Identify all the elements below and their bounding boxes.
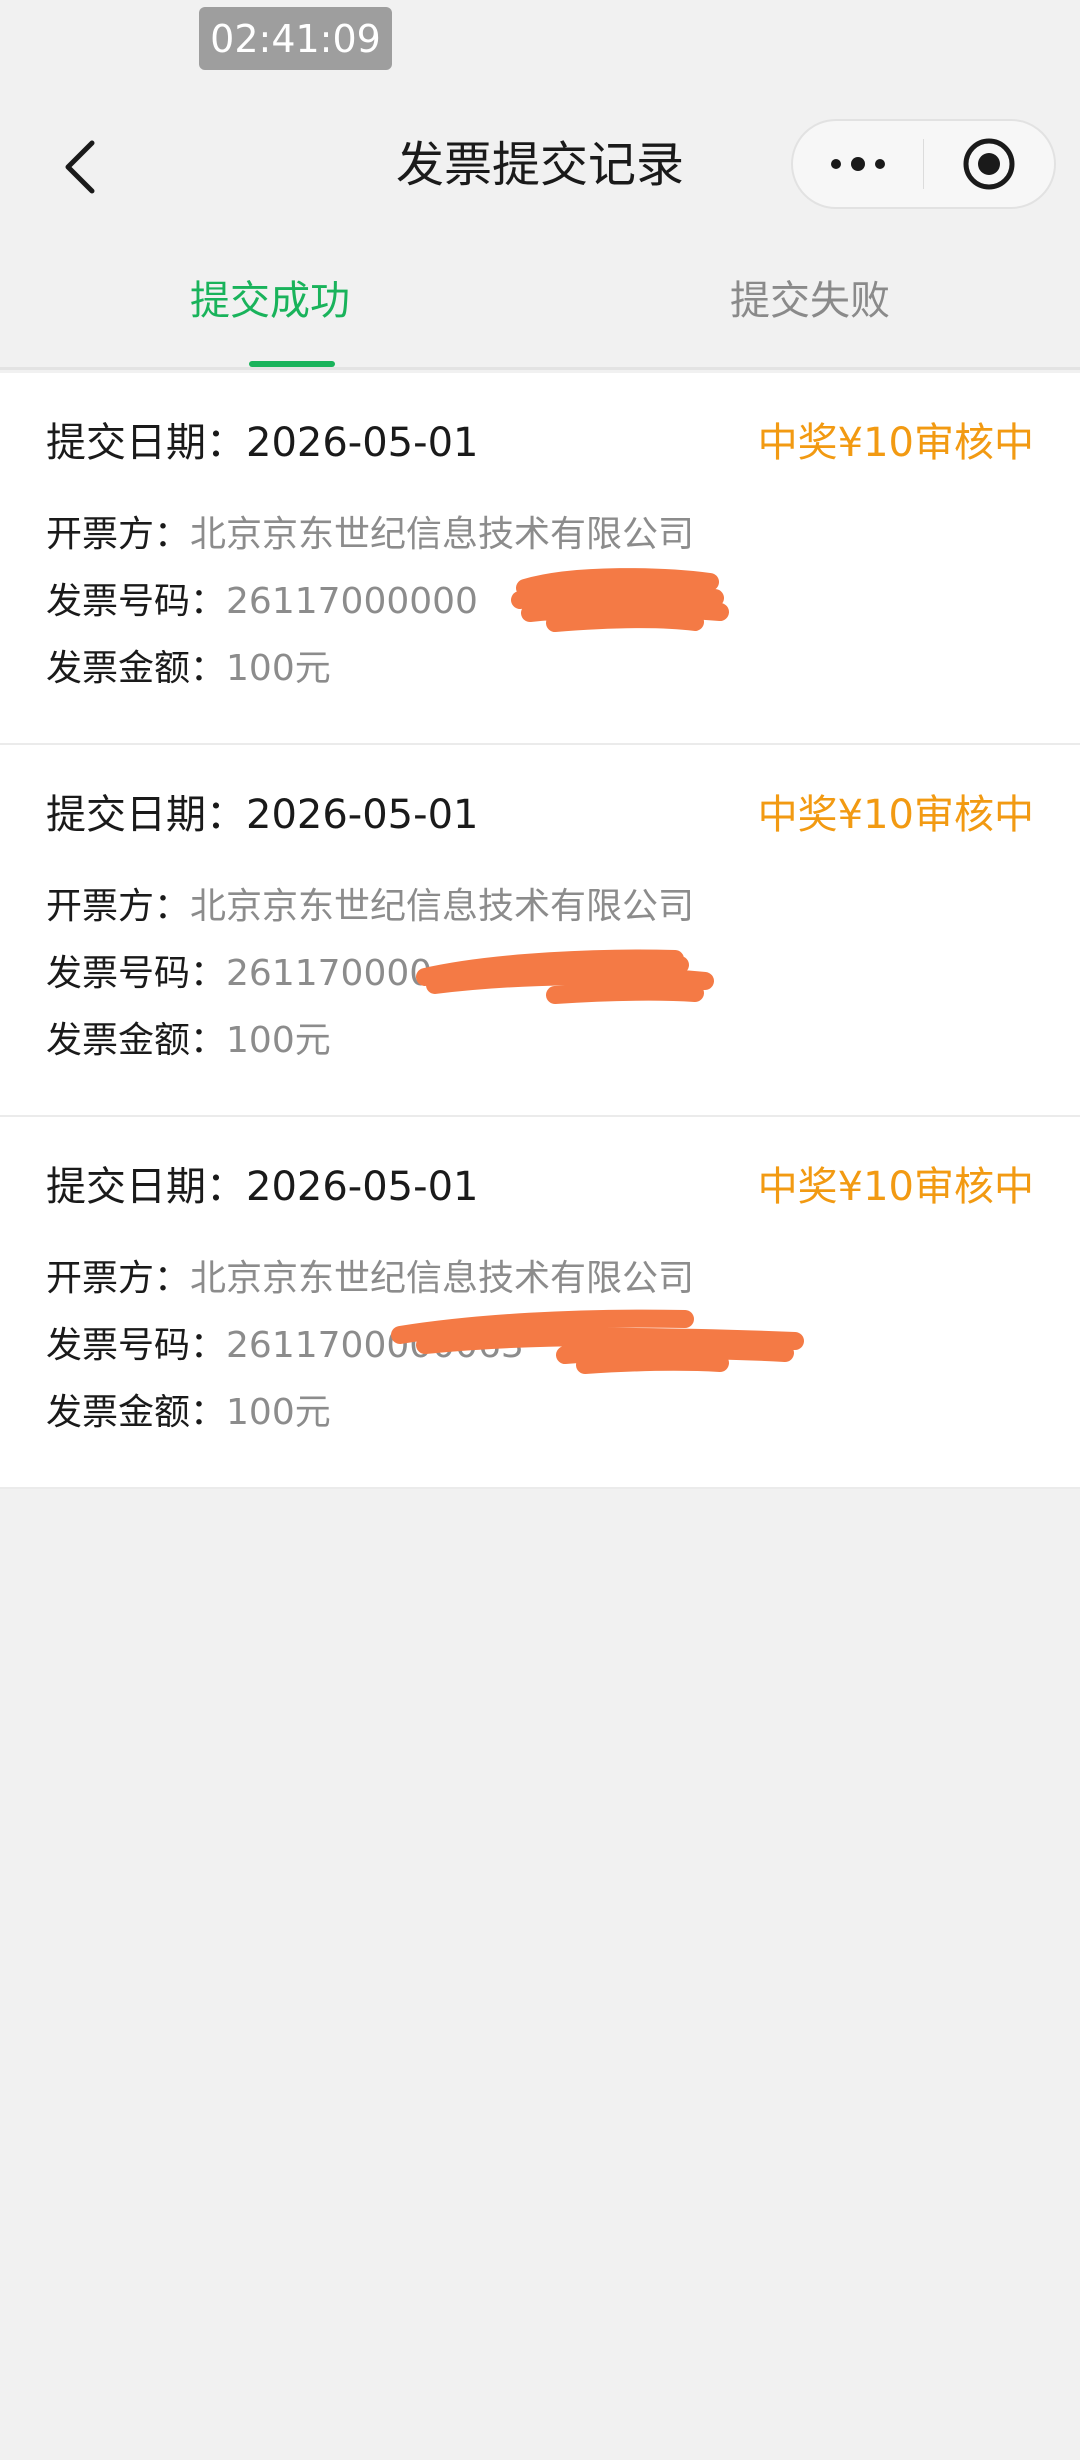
time-badge: 02:41:09 [199,7,392,70]
tab-bar: 提交成功 提交失败 [0,240,1080,370]
number-label: 发票号码： [46,953,227,994]
date-value: 2026-05-01 [246,792,479,838]
record-amount: 发票金额：100元 [46,1388,331,1438]
record-number: 发票号码：26117000000 [46,577,478,627]
tab-failed[interactable]: 提交失败 [540,240,1080,368]
record-issuer: 开票方：北京京东世纪信息技术有限公司 [46,882,694,932]
date-label: 提交日期： [46,792,246,838]
number-label: 发票号码： [46,581,227,622]
record-date: 提交日期：2026-05-01 [46,415,478,471]
record-list: 提交日期：2026-05-01 中奖¥10审核中 开票方：北京京东世纪信息技术有… [0,373,1080,1489]
record-amount: 发票金额：100元 [46,1016,331,1066]
tab-indicator [249,361,335,367]
record-amount: 发票金额：100元 [46,644,331,694]
date-label: 提交日期： [46,1164,246,1210]
amount-value: 100元 [226,648,331,689]
date-label: 提交日期： [46,420,246,466]
redaction-scribble [391,1309,804,1374]
issuer-label: 开票方： [46,886,191,927]
number-value: 26117000000 [226,581,478,622]
amount-value: 100元 [226,1020,331,1061]
issuer-value: 北京京东世纪信息技术有限公司 [190,886,695,927]
issuer-value: 北京京东世纪信息技术有限公司 [190,514,695,555]
back-button[interactable] [50,132,110,202]
record-number: 发票号码：261170000 [46,949,432,999]
date-value: 2026-05-01 [246,420,479,466]
amount-value: 100元 [226,1392,331,1433]
redaction-scribble [416,949,714,1004]
mini-program-capsule [791,119,1056,209]
target-icon [963,138,1015,190]
record-status: 中奖¥10审核中 [757,1164,1034,1210]
record-card[interactable]: 提交日期：2026-05-01 中奖¥10审核中 开票方：北京京东世纪信息技术有… [0,1117,1080,1489]
record-card[interactable]: 提交日期：2026-05-01 中奖¥10审核中 开票方：北京京东世纪信息技术有… [0,373,1080,745]
tab-success[interactable]: 提交成功 [0,240,540,368]
number-label: 发票号码： [46,1325,227,1366]
record-status: 中奖¥10审核中 [757,420,1034,466]
date-value: 2026-05-01 [246,1164,479,1210]
page: 02:41:09 发票提交记录 提交成功 提交失败 提交日期：2026-05-0… [0,0,1080,2460]
amount-label: 发票金额： [46,1392,227,1433]
more-dots-icon [830,157,885,171]
record-issuer: 开票方：北京京东世纪信息技术有限公司 [46,1254,694,1304]
record-status: 中奖¥10审核中 [757,792,1034,838]
record-card[interactable]: 提交日期：2026-05-01 中奖¥10审核中 开票方：北京京东世纪信息技术有… [0,745,1080,1117]
record-issuer: 开票方：北京京东世纪信息技术有限公司 [46,510,694,560]
number-value: 261170000 [226,953,433,994]
record-date: 提交日期：2026-05-01 [46,787,478,843]
amount-label: 发票金额： [46,648,227,689]
close-button[interactable] [924,121,1054,207]
issuer-label: 开票方： [46,514,191,555]
chevron-left-icon [65,140,95,194]
issuer-label: 开票方： [46,1258,191,1299]
record-date: 提交日期：2026-05-01 [46,1159,478,1215]
amount-label: 发票金额： [46,1020,227,1061]
issuer-value: 北京京东世纪信息技术有限公司 [190,1258,695,1299]
more-button[interactable] [793,121,923,207]
redaction-scribble [511,568,729,632]
